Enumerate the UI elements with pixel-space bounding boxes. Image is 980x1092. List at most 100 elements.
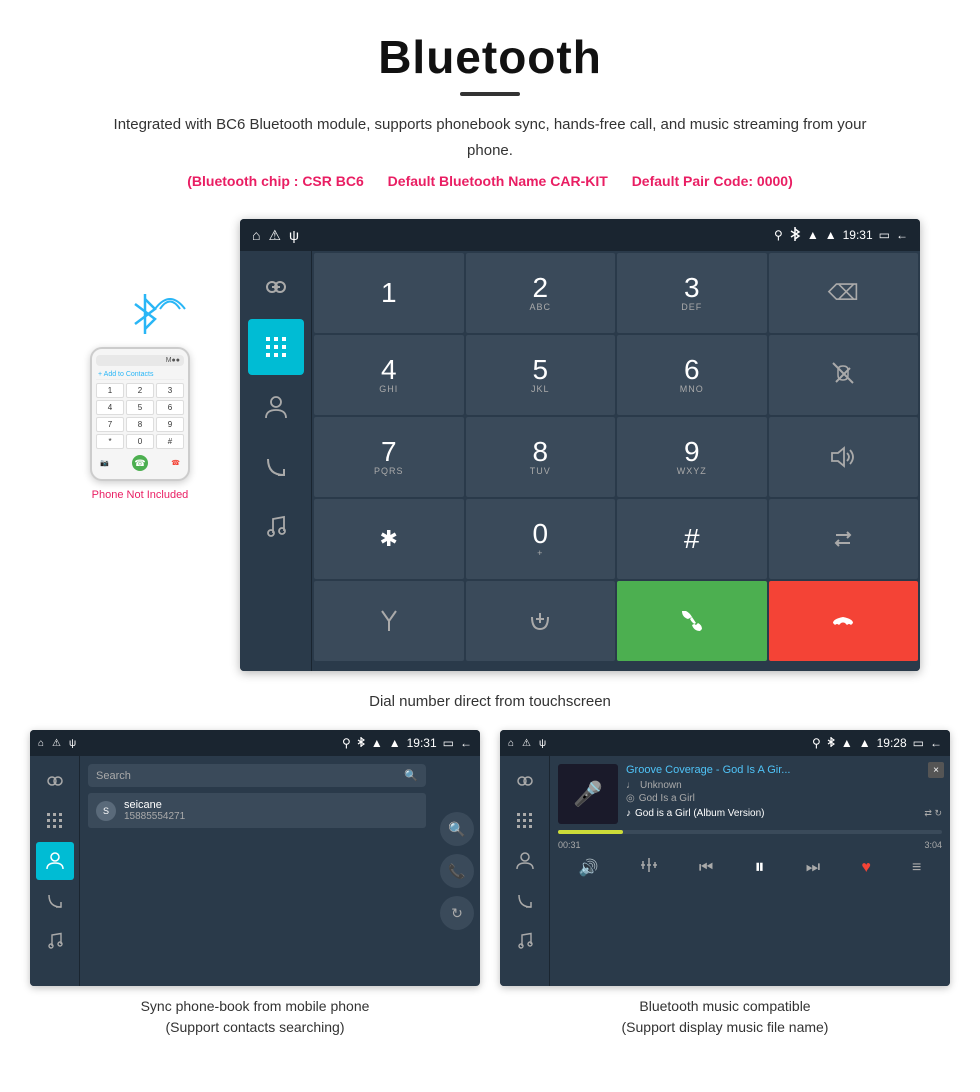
- phonebook-screenshot: ⌂ ⚠ ψ ⚲ ▲ ▲ 19:31 ▭ ←: [30, 730, 480, 986]
- phone-key-hash[interactable]: #: [156, 434, 184, 449]
- phone-key-5[interactable]: 5: [126, 400, 154, 415]
- phone-end-btn[interactable]: ☎: [171, 459, 180, 467]
- music-status-bar: ⌂ ⚠ ψ ⚲ ▲ ▲ 19:28 ▭ ←: [500, 730, 950, 756]
- phonebook-caption-line2: (Support contacts searching): [30, 1017, 480, 1038]
- car-status-bar: ⌂ ⚠ ψ ⚲ ▲ ▲ 19:31 ▭ ←: [240, 219, 920, 251]
- pb-link-icon[interactable]: [36, 762, 74, 800]
- music-album: ◎ God Is a Girl: [626, 793, 942, 804]
- music-content: × 🎤 Groove Coverage - God Is A Gir... ♩ …: [550, 756, 950, 986]
- dial-key-0[interactable]: 0+: [466, 499, 616, 579]
- music-prev-btn[interactable]: ⏮: [699, 859, 713, 877]
- location-icon: ⚲: [774, 228, 783, 242]
- back-icon[interactable]: ←: [896, 228, 908, 242]
- music-current-time: 00:31: [558, 840, 581, 850]
- phonebook-search[interactable]: Search 🔍: [88, 764, 426, 787]
- status-time: 19:31: [843, 228, 873, 242]
- music-heart-btn[interactable]: ♥: [861, 859, 871, 877]
- dial-key-5[interactable]: 5JKL: [466, 335, 616, 415]
- dial-key-volume[interactable]: [769, 417, 919, 497]
- pb-music-icon[interactable]: [36, 922, 74, 960]
- dial-key-call-red[interactable]: [769, 581, 919, 661]
- sidebar-call-forward-icon[interactable]: [248, 439, 304, 495]
- phone-key-1[interactable]: 1: [96, 383, 124, 398]
- music-header: 🎤 Groove Coverage - God Is A Gir... ♩ Un…: [558, 764, 942, 824]
- phone-mockup-area: M●● + Add to Contacts 1 2 3 4 5 6 7 8 9 …: [60, 279, 220, 501]
- phone-body: M●● + Add to Contacts 1 2 3 4 5 6 7 8 9 …: [90, 347, 190, 481]
- phone-video-btn[interactable]: 📷: [100, 459, 109, 467]
- contact-number: 15885554271: [124, 811, 418, 822]
- music-contacts-icon[interactable]: [506, 842, 544, 880]
- phone-key-0[interactable]: 0: [126, 434, 154, 449]
- phone-key-9[interactable]: 9: [156, 417, 184, 432]
- dialpad-grid: 1 2ABC 3DEF ⌫ 4GHI 5JKL 6MNO 7PQRS 8TUV …: [312, 251, 920, 663]
- phone-key-2[interactable]: 2: [126, 383, 154, 398]
- spec-pair: Default Pair Code: 0000): [632, 173, 793, 189]
- phone-key-8[interactable]: 8: [126, 417, 154, 432]
- music-note-icon[interactable]: [506, 922, 544, 960]
- music-progress-times: 00:31 3:04: [558, 840, 942, 850]
- music-play-pause-btn[interactable]: ⏸: [755, 856, 765, 879]
- music-back-icon[interactable]: ←: [930, 736, 942, 750]
- music-bt-icon: [827, 736, 835, 751]
- phone-key-3[interactable]: 3: [156, 383, 184, 398]
- pb-warn-icon: ⚠: [52, 738, 61, 749]
- dial-key-swap[interactable]: [769, 499, 919, 579]
- phonebook-content: Search 🔍 S seicane 15885554271: [80, 756, 434, 986]
- pb-contacts-icon[interactable]: [36, 842, 74, 880]
- music-screenshot: ⌂ ⚠ ψ ⚲ ▲ ▲ 19:28 ▭ ←: [500, 730, 950, 986]
- phone-key-star[interactable]: *: [96, 434, 124, 449]
- music-next-btn[interactable]: ⏭: [806, 859, 820, 877]
- sidebar-contacts-icon[interactable]: [248, 379, 304, 435]
- sidebar-link-icon[interactable]: [248, 259, 304, 315]
- music-status-left: ⌂ ⚠ ψ: [508, 738, 546, 749]
- music-call-fwd-icon[interactable]: [506, 882, 544, 920]
- phone-key-4[interactable]: 4: [96, 400, 124, 415]
- music-progress-fill: [558, 830, 623, 834]
- contact-row[interactable]: S seicane 15885554271: [88, 793, 426, 828]
- dial-key-call-green[interactable]: [617, 581, 767, 661]
- music-eq-btn[interactable]: [640, 856, 658, 879]
- dial-key-7[interactable]: 7PQRS: [314, 417, 464, 497]
- dial-key-merge[interactable]: [314, 581, 464, 661]
- music-link-icon[interactable]: [506, 762, 544, 800]
- music-loc-icon: ⚲: [812, 736, 821, 750]
- music-info: Groove Coverage - God Is A Gir... ♩ Unkn…: [626, 764, 942, 821]
- phone-key-7[interactable]: 7: [96, 417, 124, 432]
- home-icon[interactable]: ⌂: [252, 227, 260, 243]
- music-wifi-icon: ▲: [841, 736, 853, 750]
- dial-key-6[interactable]: 6MNO: [617, 335, 767, 415]
- music-usb-icon: ψ: [539, 738, 546, 749]
- pb-call-action[interactable]: 📞: [440, 854, 474, 888]
- pb-loc-icon: ⚲: [342, 736, 351, 750]
- dial-key-1[interactable]: 1: [314, 253, 464, 333]
- music-progress-bar[interactable]: [558, 830, 942, 834]
- pb-search-action[interactable]: 🔍: [440, 812, 474, 846]
- pb-call-fwd-icon[interactable]: [36, 882, 74, 920]
- pb-sig-icon: ▲: [389, 736, 401, 750]
- pb-dialpad-icon[interactable]: [36, 802, 74, 840]
- phonebook-caption: Sync phone-book from mobile phone (Suppo…: [30, 996, 480, 1038]
- music-close-btn[interactable]: ×: [928, 762, 944, 778]
- dial-key-backspace[interactable]: ⌫: [769, 253, 919, 333]
- dial-key-mute[interactable]: [769, 335, 919, 415]
- phonebook-actions: 🔍 📞 ↻: [434, 756, 480, 986]
- dial-key-8[interactable]: 8TUV: [466, 417, 616, 497]
- phone-call-btn[interactable]: ☎: [132, 455, 148, 471]
- search-icon: 🔍: [404, 769, 418, 782]
- sidebar-dialpad-icon[interactable]: [248, 319, 304, 375]
- dial-key-hold[interactable]: [466, 581, 616, 661]
- music-playlist-btn[interactable]: ≡: [912, 859, 921, 877]
- dial-key-2[interactable]: 2ABC: [466, 253, 616, 333]
- pb-back-icon[interactable]: ←: [460, 736, 472, 750]
- music-dialpad-icon[interactable]: [506, 802, 544, 840]
- music-volume-btn[interactable]: 🔊: [579, 858, 599, 878]
- phone-key-6[interactable]: 6: [156, 400, 184, 415]
- sidebar-music-icon[interactable]: [248, 499, 304, 555]
- phonebook-caption-line1: Sync phone-book from mobile phone: [30, 996, 480, 1017]
- dial-key-9[interactable]: 9WXYZ: [617, 417, 767, 497]
- dial-key-3[interactable]: 3DEF: [617, 253, 767, 333]
- dial-key-4[interactable]: 4GHI: [314, 335, 464, 415]
- pb-refresh-action[interactable]: ↻: [440, 896, 474, 930]
- dial-key-hash[interactable]: #: [617, 499, 767, 579]
- dial-key-star[interactable]: ✱: [314, 499, 464, 579]
